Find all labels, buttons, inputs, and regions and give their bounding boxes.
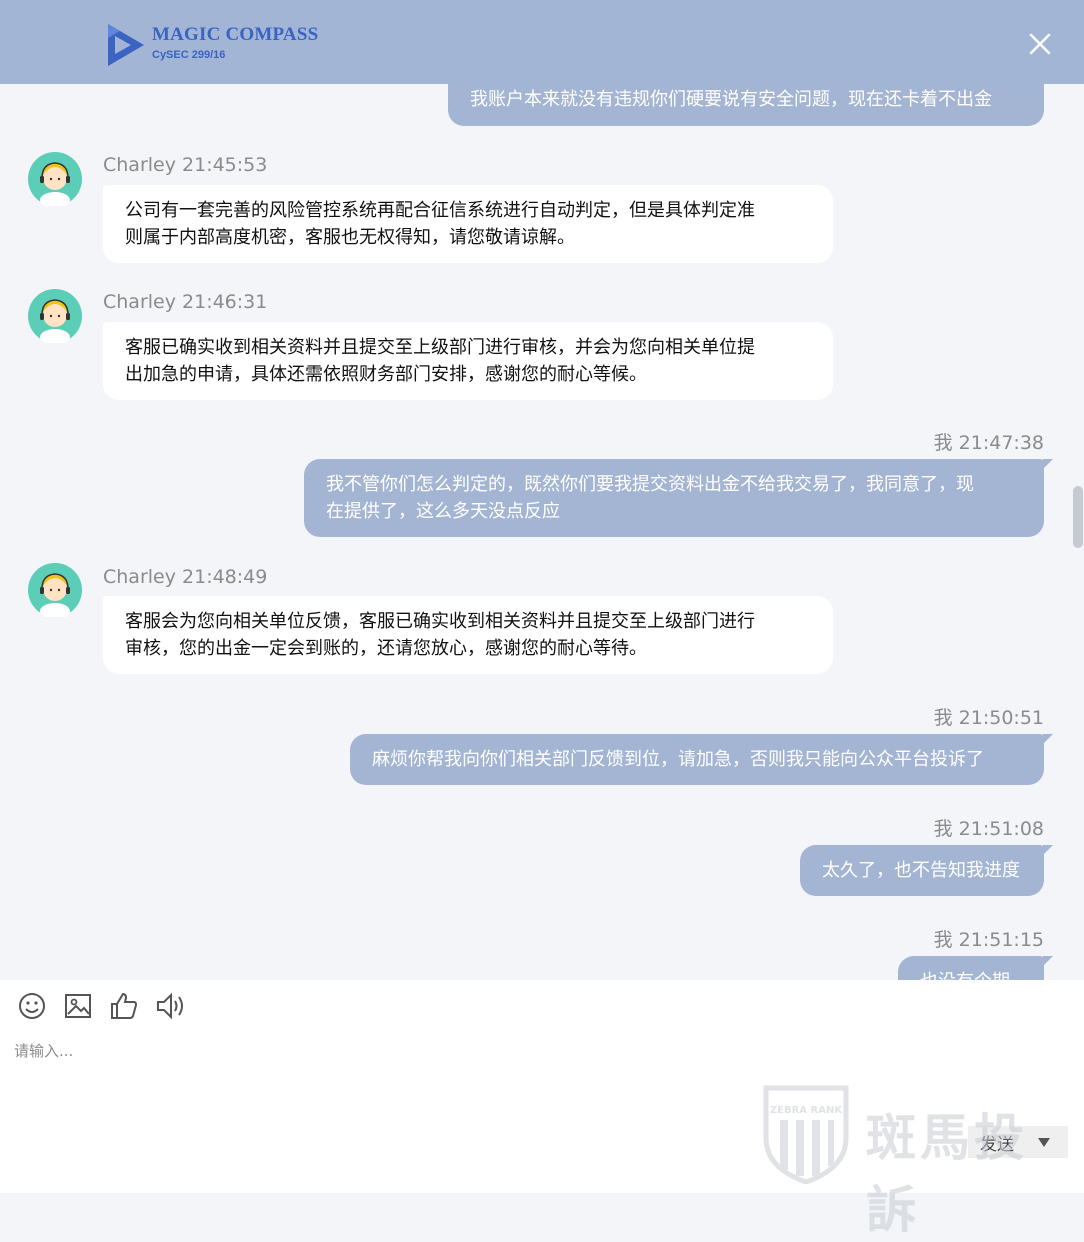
- message-text: 麻烦你帮我向你们相关部门反馈到位，请加急，否则我只能向公众平台投诉了: [372, 749, 984, 770]
- message-line: 客服会为您向相关单位反馈，客服已确实收到相关资料并且提交至上级部门进行: [125, 611, 755, 632]
- message-line: 审核，您的出金一定会到账的，还请您放心，感谢您的耐心等待。: [125, 638, 647, 659]
- thumbs-up-icon[interactable]: [108, 990, 140, 1022]
- chevron-down-icon[interactable]: [1038, 1138, 1050, 1147]
- brand-name: MAGIC COMPASS: [152, 24, 319, 45]
- image-icon[interactable]: [62, 990, 94, 1022]
- message-meta: Charley 21:48:49: [103, 566, 268, 588]
- agent-avatar: [28, 152, 82, 206]
- magic-compass-logo-icon: [108, 24, 144, 66]
- message-composer: 请输入... 发送: [0, 980, 1084, 1193]
- message-bubble-agent: 公司有一套完善的风险管控系统再配合征信系统进行自动判定，但是具体判定准 则属于内…: [103, 185, 833, 263]
- message-line: 客服已确实收到相关资料并且提交至上级部门进行审核，并会为您向相关单位提: [125, 337, 755, 358]
- message-text: 太久了，也不告知我进度: [822, 860, 1020, 881]
- chat-messages-area[interactable]: 我账户本来就没有违规你们硬要说有安全问题，现在还卡着不出金 Charley 21…: [0, 84, 1084, 980]
- agent-avatar: [28, 289, 82, 343]
- message-meta: 我 21:51:08: [933, 818, 1044, 840]
- message-meta: 我 21:51:15: [933, 929, 1044, 951]
- emoji-icon[interactable]: [16, 990, 48, 1022]
- message-meta: Charley 21:45:53: [103, 154, 268, 176]
- message-line: 出加急的申请，具体还需依照财务部门安排，感谢您的耐心等候。: [125, 364, 647, 385]
- brand-license: CySEC 299/16: [152, 49, 226, 61]
- message-input[interactable]: 请输入...: [14, 1040, 73, 1061]
- message-line: 我不管你们怎么判定的，既然你们要我提交资料出金不给我交易了，我同意了，现: [326, 474, 974, 495]
- message-text: 也没有个期限: [920, 971, 1010, 980]
- message-meta: 我 21:47:38: [933, 432, 1044, 454]
- agent-avatar: [28, 563, 82, 617]
- send-button[interactable]: 发送: [968, 1126, 1068, 1158]
- close-icon[interactable]: [1026, 30, 1054, 58]
- message-bubble-me: 太久了，也不告知我进度: [800, 845, 1053, 896]
- message-line: 公司有一套完善的风险管控系统再配合征信系统进行自动判定，但是具体判定准: [125, 200, 755, 221]
- message-bubble-me: 也没有个期限: [898, 956, 1053, 980]
- speaker-icon[interactable]: [154, 990, 186, 1022]
- message-bubble-me: 麻烦你帮我向你们相关部门反馈到位，请加急，否则我只能向公众平台投诉了: [350, 734, 1053, 785]
- message-bubble-agent: 客服已确实收到相关资料并且提交至上级部门进行审核，并会为您向相关单位提 出加急的…: [103, 322, 833, 400]
- message-meta: 我 21:50:51: [933, 707, 1044, 729]
- chat-scrollbar[interactable]: [1073, 486, 1083, 548]
- message-meta: Charley 21:46:31: [103, 291, 268, 313]
- message-bubble-agent: 客服会为您向相关单位反馈，客服已确实收到相关资料并且提交至上级部门进行 审核，您…: [103, 596, 833, 674]
- message-bubble-me: 我账户本来就没有违规你们硬要说有安全问题，现在还卡着不出金: [448, 84, 1044, 126]
- message-text: 我账户本来就没有违规你们硬要说有安全问题，现在还卡着不出金: [470, 89, 992, 110]
- message-bubble-me: 我不管你们怎么判定的，既然你们要我提交资料出金不给我交易了，我同意了，现 在提供…: [304, 459, 1053, 537]
- chat-header: MAGIC COMPASS CySEC 299/16: [0, 0, 1084, 84]
- send-button-label: 发送: [980, 1135, 1014, 1155]
- message-line: 则属于内部高度机密，客服也无权得知，请您敬请谅解。: [125, 227, 575, 248]
- message-line: 在提供了，这么多天没点反应: [326, 501, 560, 522]
